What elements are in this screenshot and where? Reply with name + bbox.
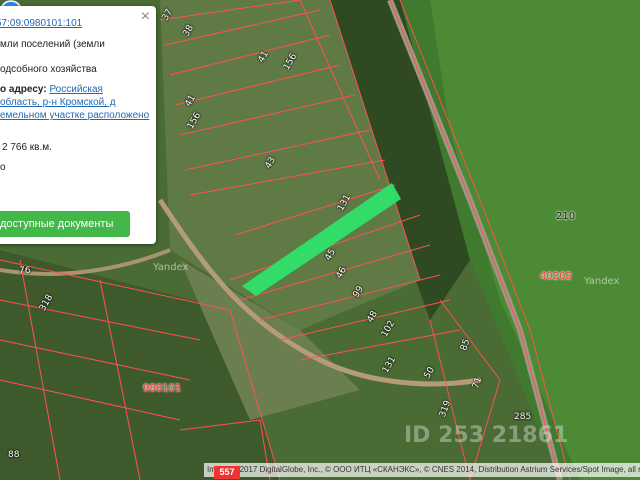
parcel-info-popup: × 57:09:0980101:101 мли поселений (земли… [0, 6, 156, 244]
cadastral-number-link[interactable]: 57:09:0980101:101 [0, 18, 82, 29]
quarter-label: 980101 [143, 383, 182, 394]
parcel-label: 285 [514, 412, 532, 422]
region-badge: 557 [214, 466, 240, 479]
category-text: мли поселений (земли [0, 39, 105, 50]
id-watermark: ID 253 21861 [404, 423, 569, 448]
attribution: Image © 2017 DigitalGlobe, Inc., © ООО И… [204, 463, 640, 477]
area-text: 2 766 кв.м. [2, 142, 52, 153]
quarter-label: 40202 [540, 271, 572, 282]
address-link[interactable]: область, р-н Кромской, д [0, 97, 116, 108]
address-link[interactable]: Российская [49, 84, 103, 95]
parcel-label: 88 [8, 450, 20, 460]
yandex-watermark: Yandex [153, 262, 189, 273]
parcel-label: 76 [19, 266, 31, 276]
cadastral-map[interactable]: 37 38 41 156 41 156 43 131 45 46 99 48 1… [0, 0, 640, 480]
close-icon[interactable]: × [141, 9, 150, 25]
available-documents-button[interactable]: доступные документы [0, 211, 130, 237]
yandex-watermark: Yandex [584, 276, 620, 287]
address-label: о адресу: [0, 84, 47, 95]
parcel-label: 210 [556, 211, 576, 222]
extra-text: о [0, 162, 6, 173]
usage-text: одсобного хозяйства [0, 64, 97, 75]
address-link[interactable]: емельном участке расположено [0, 110, 149, 121]
